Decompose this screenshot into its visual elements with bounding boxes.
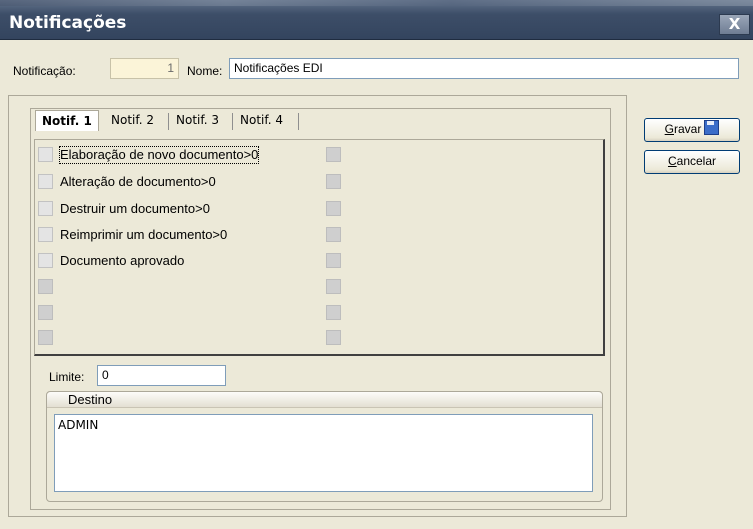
checkbox-slot[interactable] [326, 279, 341, 294]
checkbox-label: Reimprimir um documento>0 [60, 227, 228, 242]
checkbox-label: Documento aprovado [60, 253, 185, 268]
checkbox-destruir[interactable] [38, 201, 53, 216]
tab-notif-1[interactable]: Notif. 1 [35, 110, 99, 131]
destino-title: Destino [68, 392, 113, 407]
checkbox-slot[interactable] [38, 305, 53, 320]
checkbox-slot[interactable] [326, 330, 341, 345]
title-bar-strip [0, 0, 753, 6]
cancel-button-accel: C [667, 154, 677, 168]
checkbox-aprovado[interactable] [38, 253, 53, 268]
tab-divider [298, 113, 299, 130]
checkbox-slot[interactable] [326, 227, 341, 242]
checkbox-slot[interactable] [326, 201, 341, 216]
destino-memo[interactable]: ADMIN [54, 414, 593, 492]
nome-label: Nome: [187, 64, 223, 78]
cancel-button-label: ancelar [676, 154, 717, 168]
checkbox-reimprimir[interactable] [38, 227, 53, 242]
checkbox-elaboracao[interactable] [38, 147, 53, 162]
checkbox-slot[interactable] [326, 147, 341, 162]
tab-divider [232, 113, 233, 130]
nome-field[interactable]: Notificações EDI [229, 58, 739, 79]
checkbox-alteracao[interactable] [38, 174, 53, 189]
checkbox-slot[interactable] [326, 253, 341, 268]
cancel-button[interactable]: Cancelar [644, 150, 740, 174]
save-button-accel: G [664, 122, 674, 136]
save-button-label: ravar [674, 122, 702, 136]
tab-notif-4[interactable]: Notif. 4 [234, 110, 289, 131]
checklist-box [34, 139, 605, 356]
checkbox-slot[interactable] [326, 174, 341, 189]
notificacao-field: 1 [110, 58, 179, 79]
checkbox-label: Elaboração de novo documento>0 [58, 146, 260, 164]
destino-header [47, 392, 602, 408]
tab-notif-3[interactable]: Notif. 3 [170, 110, 225, 131]
checkbox-slot[interactable] [326, 305, 341, 320]
limite-field[interactable]: 0 [97, 365, 226, 386]
tab-divider [168, 113, 169, 130]
checkbox-label: Destruir um documento>0 [60, 201, 210, 216]
tab-notif-2[interactable]: Notif. 2 [105, 110, 160, 131]
checkbox-slot[interactable] [38, 279, 53, 294]
checkbox-slot[interactable] [38, 330, 53, 345]
close-button[interactable]: X [719, 14, 750, 35]
save-button[interactable]: Gravar [644, 118, 740, 142]
floppy-disk-icon [704, 120, 720, 135]
checkbox-label: Alteração de documento>0 [60, 174, 216, 189]
limite-label: Limite: [49, 370, 85, 384]
window-title: Notificações [9, 13, 127, 33]
notificacao-label: Notificação: [13, 64, 76, 78]
